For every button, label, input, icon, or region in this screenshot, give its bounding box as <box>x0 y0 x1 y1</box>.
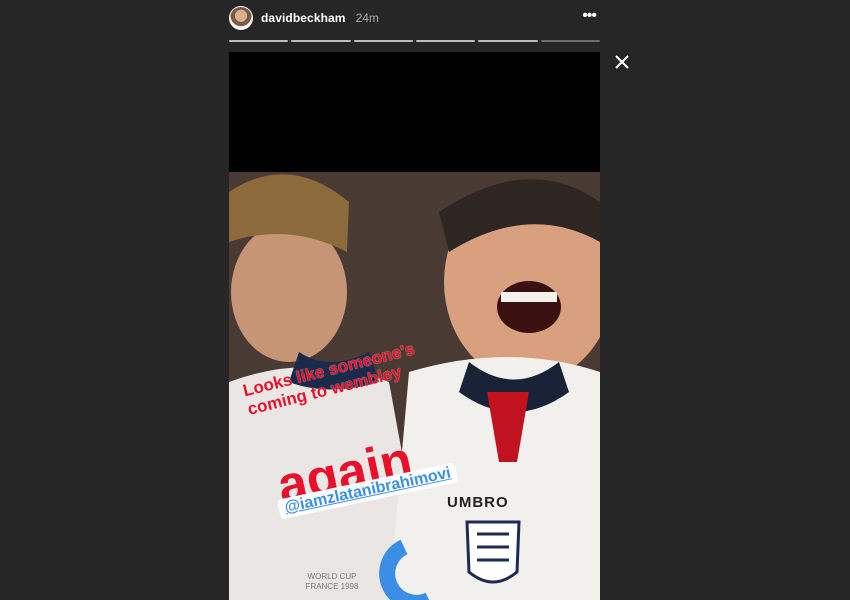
username[interactable]: davidbeckham <box>261 11 346 25</box>
progress-segment <box>478 40 538 42</box>
avatar[interactable] <box>229 6 253 30</box>
progress-segment-current <box>540 40 600 42</box>
progress-segment <box>291 40 351 42</box>
story-time: 24m <box>355 11 379 25</box>
shirt-text-line-1: WORLD CUP <box>307 572 357 581</box>
progress-segment <box>415 40 476 42</box>
shirt-brand: UMBRO <box>447 494 509 511</box>
shirt-text-line-2: FRANCE 1998 <box>305 582 359 591</box>
close-icon[interactable] <box>612 52 632 72</box>
progress-segment <box>353 40 413 42</box>
story-header: davidbeckham 24m ••• <box>229 6 600 30</box>
more-dots-icon[interactable]: ••• <box>582 8 597 24</box>
progress-segment <box>229 40 289 42</box>
story-media[interactable]: Looks like someone's coming to wembley a… <box>229 52 600 600</box>
story-progress-bar <box>229 40 600 42</box>
shirt-text: WORLD CUP FRANCE 1998 <box>287 572 377 592</box>
